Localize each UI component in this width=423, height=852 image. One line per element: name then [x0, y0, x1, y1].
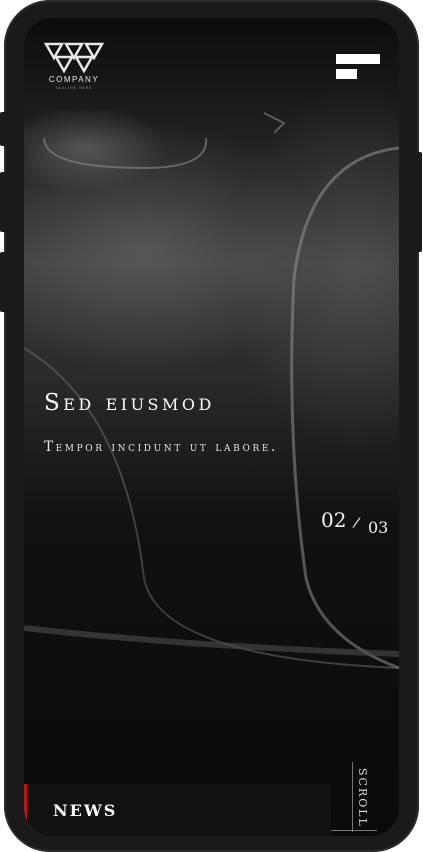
slide-counter-total: 03 — [368, 518, 389, 537]
hamburger-menu-icon — [336, 54, 380, 64]
hero-subtitle: Tempor incidunt ut labore. — [44, 439, 278, 455]
hamburger-menu-icon-bar — [336, 69, 357, 79]
phone-side-button — [416, 152, 422, 252]
scroll-underline — [331, 830, 377, 831]
scroll-divider — [352, 762, 353, 832]
company-logo-icon — [43, 42, 105, 74]
hero-car-image — [24, 112, 399, 670]
phone-side-button — [0, 112, 6, 146]
brand-tagline: TAGLINE HERE — [55, 86, 93, 90]
scroll-label: SCROLL — [356, 768, 369, 828]
news-label: NEWS — [53, 801, 118, 820]
slide-counter-current: 02 — [321, 508, 347, 532]
phone-side-button — [0, 172, 6, 232]
phone-side-button — [0, 252, 6, 312]
app-screen: COMPANY TAGLINE HERE Sed eiusmod Tempor … — [24, 18, 399, 836]
menu-button[interactable] — [336, 54, 382, 82]
news-accent-bar — [24, 784, 27, 836]
brand-name: COMPANY — [48, 75, 100, 84]
scroll-indicator[interactable]: SCROLL — [331, 760, 385, 836]
news-button[interactable]: NEWS — [24, 784, 331, 836]
hero-title: Sed eiusmod — [44, 390, 215, 416]
